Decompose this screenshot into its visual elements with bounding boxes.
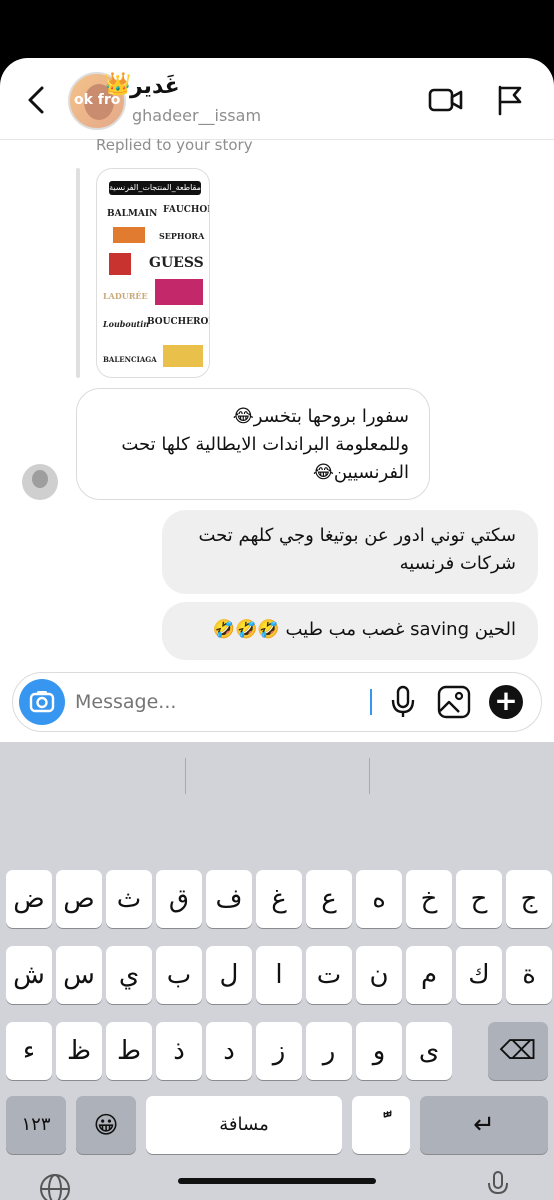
dictation-icon[interactable] — [486, 1170, 510, 1200]
home-indicator — [178, 1178, 376, 1184]
key[interactable]: ث — [106, 870, 152, 928]
key[interactable]: ش — [6, 946, 52, 1004]
brand-sephora: SEPHORA — [159, 231, 205, 241]
key[interactable]: ف — [206, 870, 252, 928]
key[interactable]: ظ — [56, 1022, 102, 1080]
key[interactable]: ي — [106, 946, 152, 1004]
key[interactable]: ز — [256, 1022, 302, 1080]
crown-emoji: 👑 — [104, 72, 132, 97]
key[interactable]: ج — [506, 870, 552, 928]
key[interactable]: ت — [306, 946, 352, 1004]
key[interactable]: غ — [256, 870, 302, 928]
key[interactable]: ط — [106, 1022, 152, 1080]
video-call-icon[interactable] — [428, 86, 464, 114]
chat-screen: ok fro 👑 غَدير ghadeer__issam Replied to… — [0, 58, 554, 1200]
key[interactable]: و — [356, 1022, 402, 1080]
camera-button[interactable] — [19, 679, 65, 725]
brand-logo-red — [109, 253, 131, 275]
text-caret — [370, 689, 372, 715]
key[interactable]: ة — [506, 946, 552, 1004]
emoji-key[interactable]: 😀 — [76, 1096, 136, 1154]
outgoing-message[interactable]: الحين saving غصب مب طيب 🤣🤣🤣 — [162, 602, 538, 660]
key[interactable]: ض — [6, 870, 52, 928]
backspace-key[interactable]: ⌫ — [488, 1022, 548, 1080]
key[interactable]: ر — [306, 1022, 352, 1080]
key[interactable]: ى — [406, 1022, 452, 1080]
story-title: مقاطعة_المنتجات_الفرنسية — [109, 181, 201, 195]
key[interactable]: د — [206, 1022, 252, 1080]
key[interactable]: م — [406, 946, 452, 1004]
brand-fauchon: FAUCHON — [163, 205, 209, 215]
back-icon[interactable] — [22, 84, 52, 116]
key[interactable]: س — [56, 946, 102, 1004]
brand-laduree: LADURÉE — [103, 291, 148, 301]
key[interactable]: ح — [456, 870, 502, 928]
outgoing-message-text: سكتي توني ادور عن بوتيغا وجي كلهم تحت شر… — [198, 525, 516, 574]
gallery-icon[interactable] — [437, 685, 471, 719]
brand-balmain: BALMAIN — [107, 209, 158, 219]
keyboard: ج ح خ ه ع غ ف ق ث ص ض ة ك م ن ت ا ل ب ي … — [0, 742, 554, 1200]
replied-to-story-label: Replied to your story — [96, 136, 253, 154]
incoming-message[interactable]: سفورا بروحها بتخسر😂 وللمعلومة البراندات … — [76, 388, 430, 500]
key[interactable]: ق — [156, 870, 202, 928]
key[interactable]: ب — [156, 946, 202, 1004]
contact-username[interactable]: ghadeer__issam — [132, 106, 261, 125]
camera-icon — [29, 691, 55, 713]
sender-avatar[interactable] — [22, 464, 58, 500]
key[interactable]: ع — [306, 870, 352, 928]
space-key[interactable]: مسافة — [146, 1096, 342, 1154]
bourjois-logo — [155, 279, 203, 305]
key[interactable]: ء — [6, 1022, 52, 1080]
brand-louboutin: Louboutin — [103, 319, 150, 329]
chat-header: ok fro 👑 غَدير ghadeer__issam — [0, 58, 554, 140]
outgoing-message-text: الحين saving غصب مب طيب 🤣🤣🤣 — [212, 619, 516, 640]
suggestion-divider — [185, 758, 186, 794]
add-button[interactable]: + — [489, 685, 523, 719]
message-composer: + — [12, 672, 542, 732]
message-input[interactable] — [75, 689, 355, 715]
brand-balenciaga: BALENCIAGA — [103, 355, 157, 364]
key[interactable]: ذ — [156, 1022, 202, 1080]
key[interactable]: ل — [206, 946, 252, 1004]
key[interactable]: ا — [256, 946, 302, 1004]
brand-guess: GUESS — [149, 255, 204, 271]
return-key[interactable]: ↵ — [420, 1096, 548, 1154]
key[interactable]: ه — [356, 870, 402, 928]
key[interactable]: ك — [456, 946, 502, 1004]
flag-icon[interactable] — [496, 84, 524, 116]
numbers-key[interactable]: ١٢٣ — [6, 1096, 66, 1154]
diacritic-key[interactable]: ًّ — [352, 1096, 410, 1154]
reply-indicator-bar — [76, 168, 80, 378]
outgoing-message[interactable]: سكتي توني ادور عن بوتيغا وجي كلهم تحت شر… — [162, 510, 538, 594]
contact-name[interactable]: غَدير — [130, 74, 180, 99]
key[interactable]: ص — [56, 870, 102, 928]
brand-boucheron: BOUCHERON — [147, 317, 210, 327]
key[interactable]: ن — [356, 946, 402, 1004]
incoming-message-text: سفورا بروحها بتخسر😂 وللمعلومة البراندات … — [121, 406, 409, 483]
loccitane-logo — [163, 345, 203, 367]
suggestion-divider — [369, 758, 370, 794]
microphone-icon[interactable] — [389, 685, 417, 719]
story-thumbnail[interactable]: مقاطعة_المنتجات_الفرنسية BALMAIN FAUCHON… — [96, 168, 210, 378]
key[interactable]: خ — [406, 870, 452, 928]
globe-icon[interactable] — [38, 1172, 72, 1200]
hermes-logo — [113, 227, 145, 243]
